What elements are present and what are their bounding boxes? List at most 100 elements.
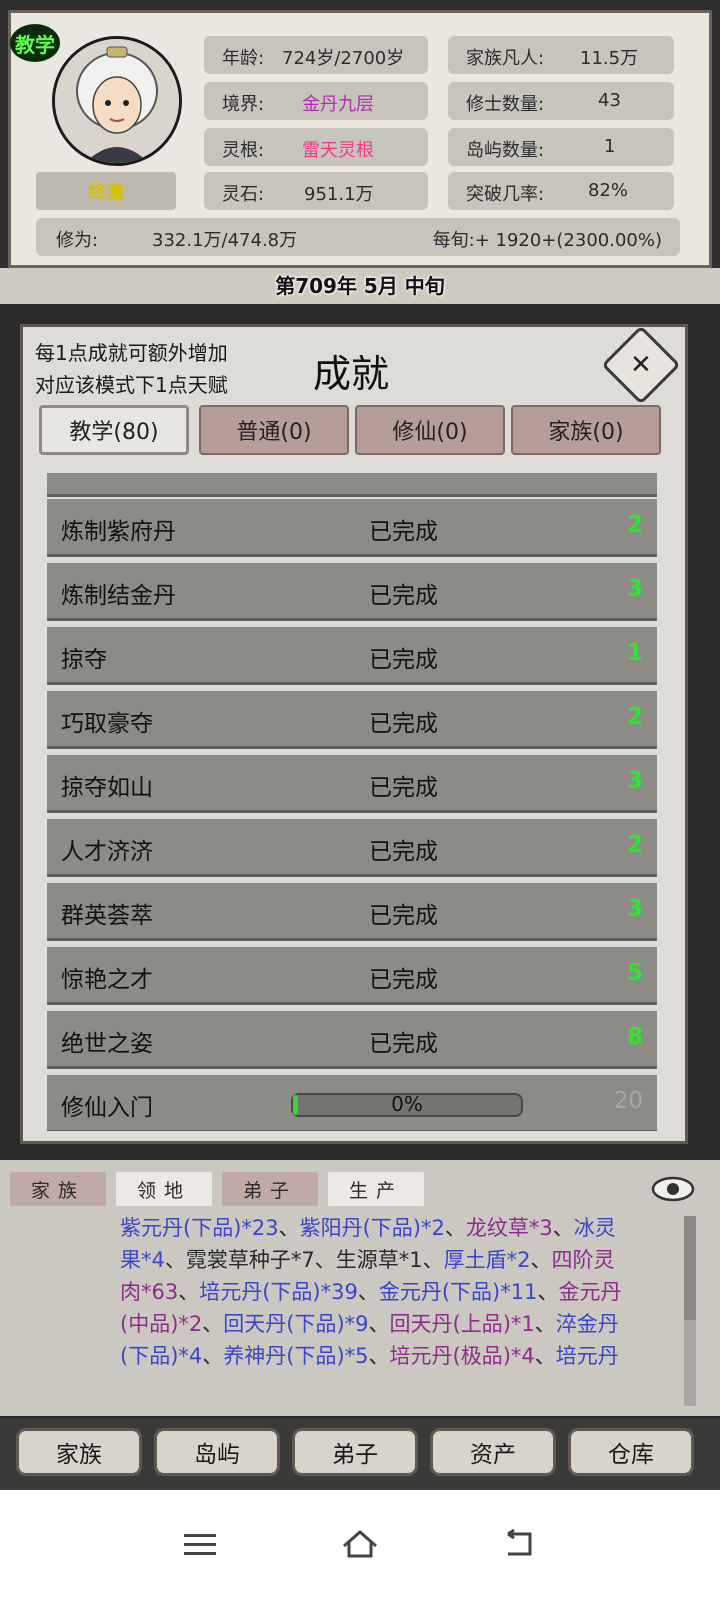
character-panel: 教学 终澹 年龄: 724岁/2700岁 境界: 金丹九层 灵根: 雷天灵根 灵… xyxy=(0,0,720,300)
achievement-row: 炼制结金丹 已完成 3 xyxy=(47,563,657,621)
eye-icon[interactable] xyxy=(650,1174,696,1204)
stat-realm: 境界: 金丹九层 xyxy=(204,82,428,120)
inventory-item: 、 xyxy=(368,1344,390,1368)
progress-text: 0% xyxy=(391,1092,423,1116)
inventory-line: 果*4、霓裳草种子*7、生源草*1、厚土盾*2、四阶灵 xyxy=(120,1244,674,1276)
inventory-item: 果*4 xyxy=(120,1248,165,1272)
info-tab-disciples[interactable]: 弟子 xyxy=(222,1172,318,1206)
stat-value: 43 xyxy=(598,90,621,111)
achievement-name: 炼制结金丹 xyxy=(61,583,176,609)
achievement-row: 掠夺 已完成 1 xyxy=(47,627,657,685)
stat-spirit-root: 灵根: 雷天灵根 xyxy=(204,128,428,166)
nav-family-button[interactable]: 家族 xyxy=(16,1428,142,1476)
achievement-name: 绝世之姿 xyxy=(61,1031,153,1057)
inventory-item: 回天丹(下品)*9 xyxy=(223,1312,369,1336)
inventory-item: 回天丹(上品)*1 xyxy=(389,1312,535,1336)
cultivation-value: 332.1万/474.8万 xyxy=(152,230,298,251)
stat-cultivators: 修士数量: 43 xyxy=(448,82,674,120)
nav-disciples-button[interactable]: 弟子 xyxy=(292,1428,418,1476)
stat-value: 1 xyxy=(604,136,616,157)
stat-breakthrough: 突破几率: 82% xyxy=(448,172,674,210)
inventory-item: 培元丹(下品)*39 xyxy=(199,1280,358,1304)
achievement-name: 群英荟萃 xyxy=(61,903,153,929)
back-icon[interactable] xyxy=(500,1526,540,1562)
achievement-name: 人才济济 xyxy=(61,839,153,865)
achievement-points: 2 xyxy=(626,704,643,730)
stat-spirit-stones: 灵石: 951.1万 xyxy=(204,172,428,210)
achievement-points: 3 xyxy=(626,768,643,794)
close-button[interactable]: ✕ xyxy=(601,325,681,405)
close-icon: ✕ xyxy=(630,349,652,380)
character-avatar[interactable] xyxy=(52,36,182,166)
stat-value: 雷天灵根 xyxy=(302,140,374,161)
achievement-name: 惊艳之才 xyxy=(61,967,153,993)
scrollbar-thumb[interactable] xyxy=(684,1216,696,1320)
tab-normal[interactable]: 普通(0) xyxy=(199,405,349,455)
inventory-item: 、 xyxy=(368,1312,390,1336)
nav-assets-button[interactable]: 资产 xyxy=(430,1428,556,1476)
achievement-row: 绝世之姿 已完成 8 xyxy=(47,1011,657,1069)
home-icon[interactable] xyxy=(340,1526,380,1562)
system-nav-bar xyxy=(0,1490,720,1600)
tab-cultivation[interactable]: 修仙(0) xyxy=(355,405,505,455)
info-tab-territory[interactable]: 领地 xyxy=(116,1172,212,1206)
inventory-item: 、 xyxy=(534,1344,556,1368)
menu-icon[interactable] xyxy=(180,1526,220,1562)
nav-islands-button[interactable]: 岛屿 xyxy=(154,1428,280,1476)
info-tab-family[interactable]: 家族 xyxy=(10,1172,106,1206)
inventory-item: 、 xyxy=(178,1280,200,1304)
inventory-scrollbar[interactable] xyxy=(684,1216,696,1406)
inventory-item: 、 xyxy=(444,1216,466,1240)
inventory-item: 厚土盾*2 xyxy=(443,1248,531,1272)
achievement-list[interactable]: 炼制紫府丹 已完成 2 炼制结金丹 已完成 3 掠夺 已完成 1 巧取豪夺 已完… xyxy=(47,473,657,1131)
achievement-status: 已完成 xyxy=(369,903,438,929)
tab-teaching[interactable]: 教学(80) xyxy=(39,405,189,455)
achievement-status: 已完成 xyxy=(369,775,438,801)
inventory-item: 金元丹 xyxy=(558,1280,622,1304)
tab-family[interactable]: 家族(0) xyxy=(511,405,661,455)
inventory-item: 紫元丹(下品)*23 xyxy=(120,1216,279,1240)
info-tab-production[interactable]: 生产 xyxy=(328,1172,424,1206)
achievement-row: 掠夺如山 已完成 3 xyxy=(47,755,657,813)
achievement-status: 已完成 xyxy=(369,967,438,993)
stat-value: 951.1万 xyxy=(304,184,374,205)
achievement-progress-bar: 0% xyxy=(291,1092,523,1117)
achievement-row-in-progress: 修仙入门 0% 20 xyxy=(47,1075,657,1131)
per-period-gain: 每旬:+ 1920+(2300.00%) xyxy=(432,230,662,251)
achievement-status: 已完成 xyxy=(369,583,438,609)
character-name[interactable]: 终澹 xyxy=(36,172,176,210)
achievement-status: 已完成 xyxy=(369,1031,438,1057)
date-banner: 第709年 5月 中旬 xyxy=(0,268,720,304)
achievement-row: 炼制紫府丹 已完成 2 xyxy=(47,499,657,557)
achievement-points: 1 xyxy=(626,640,643,666)
stat-label: 突破几率: xyxy=(466,184,545,205)
inventory-item: 、 xyxy=(202,1344,224,1368)
achievement-dialog: 每1点成就可额外增加 对应该模式下1点天赋 成就 ✕ 教学(80) 普通(0) … xyxy=(20,324,688,1144)
achievement-row: 人才济济 已完成 2 xyxy=(47,819,657,877)
stat-value: 金丹九层 xyxy=(302,94,374,115)
inventory-item: 四阶灵 xyxy=(551,1248,615,1272)
inventory-item: 、 xyxy=(537,1280,559,1304)
hint-text: 每1点成就可额外增加 xyxy=(35,341,228,365)
achievement-row: 群英荟萃 已完成 3 xyxy=(47,883,657,941)
teach-mode-badge: 教学 xyxy=(10,24,60,62)
achievement-points: 2 xyxy=(626,832,643,858)
inventory-item: (中品)*2 xyxy=(120,1312,203,1336)
nav-warehouse-button[interactable]: 仓库 xyxy=(568,1428,694,1476)
cultivation-label: 修为: xyxy=(56,230,99,251)
achievement-points: 8 xyxy=(626,1024,643,1050)
cultivation-bar: 修为: 332.1万/474.8万 每旬:+ 1920+(2300.00%) xyxy=(36,218,680,256)
stat-label: 境界: xyxy=(222,94,265,115)
bottom-nav: 家族 岛屿 弟子 资产 仓库 xyxy=(0,1418,720,1490)
achievement-status: 已完成 xyxy=(369,519,438,545)
inventory-log[interactable]: 紫元丹(下品)*23、紫阳丹(下品)*2、龙纹草*3、冰灵 果*4、霓裳草种子*7… xyxy=(120,1212,674,1408)
inventory-line: 肉*63、培元丹(下品)*39、金元丹(下品)*11、金元丹 xyxy=(120,1276,674,1308)
stat-label: 修士数量: xyxy=(466,94,545,115)
inventory-item: 龙纹草*3 xyxy=(465,1216,553,1240)
inventory-line: (中品)*2、回天丹(下品)*9、回天丹(上品)*1、淬金丹 xyxy=(120,1308,674,1340)
stat-age: 年龄: 724岁/2700岁 xyxy=(204,36,428,74)
inventory-item: 、 xyxy=(357,1280,379,1304)
inventory-item: 培元丹 xyxy=(555,1344,619,1368)
inventory-line: (下品)*4、养神丹(下品)*5、培元丹(极品)*4、培元丹 xyxy=(120,1340,674,1372)
stat-label: 岛屿数量: xyxy=(466,140,545,161)
